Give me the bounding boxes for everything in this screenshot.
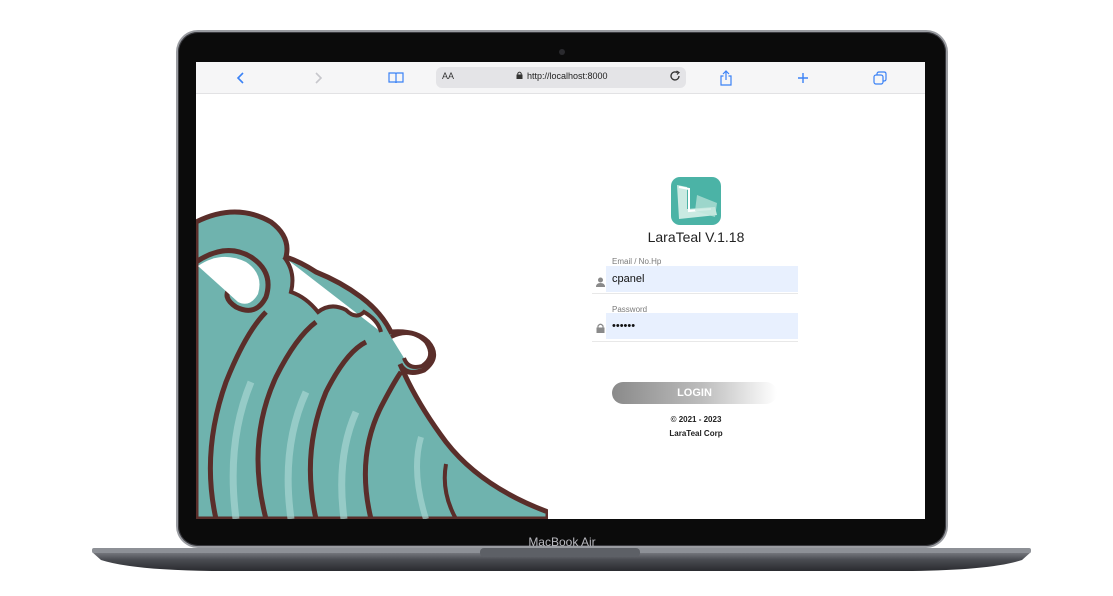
url-text: http://localhost:8000 <box>527 71 608 81</box>
company-name: LaraTeal Corp <box>669 429 723 438</box>
tabs-icon[interactable] <box>870 68 890 88</box>
app-title: LaraTeal V.1.18 <box>647 229 745 245</box>
address-bar[interactable]: AA http://localhost:8000 <box>436 67 686 88</box>
laptop-base <box>92 548 1031 571</box>
email-input[interactable] <box>606 266 798 292</box>
password-input[interactable] <box>606 313 798 339</box>
device-label: MacBook Air <box>528 535 596 549</box>
back-icon[interactable] <box>231 68 251 88</box>
user-icon <box>596 274 605 287</box>
text-size-button[interactable]: AA <box>442 71 454 81</box>
forward-icon[interactable] <box>308 68 328 88</box>
lock-icon <box>516 71 523 81</box>
safari-toolbar: AA http://localhost:8000 <box>196 62 925 94</box>
reload-icon[interactable] <box>668 69 682 88</box>
login-button[interactable]: LOGIN <box>612 382 777 404</box>
camera-dot <box>559 49 565 55</box>
browser-screen: AA http://localhost:8000 LaraTeal V.1.18… <box>196 62 925 519</box>
email-divider <box>592 293 798 294</box>
wave-illustration <box>196 209 548 519</box>
book-icon[interactable] <box>386 68 406 88</box>
email-label: Email / No.Hp <box>612 257 662 266</box>
password-divider <box>592 341 798 342</box>
copyright-text: © 2021 - 2023 <box>670 415 722 424</box>
add-tab-icon[interactable] <box>793 68 813 88</box>
share-icon[interactable] <box>716 68 736 88</box>
lock-icon <box>596 320 605 333</box>
app-logo <box>671 177 721 225</box>
